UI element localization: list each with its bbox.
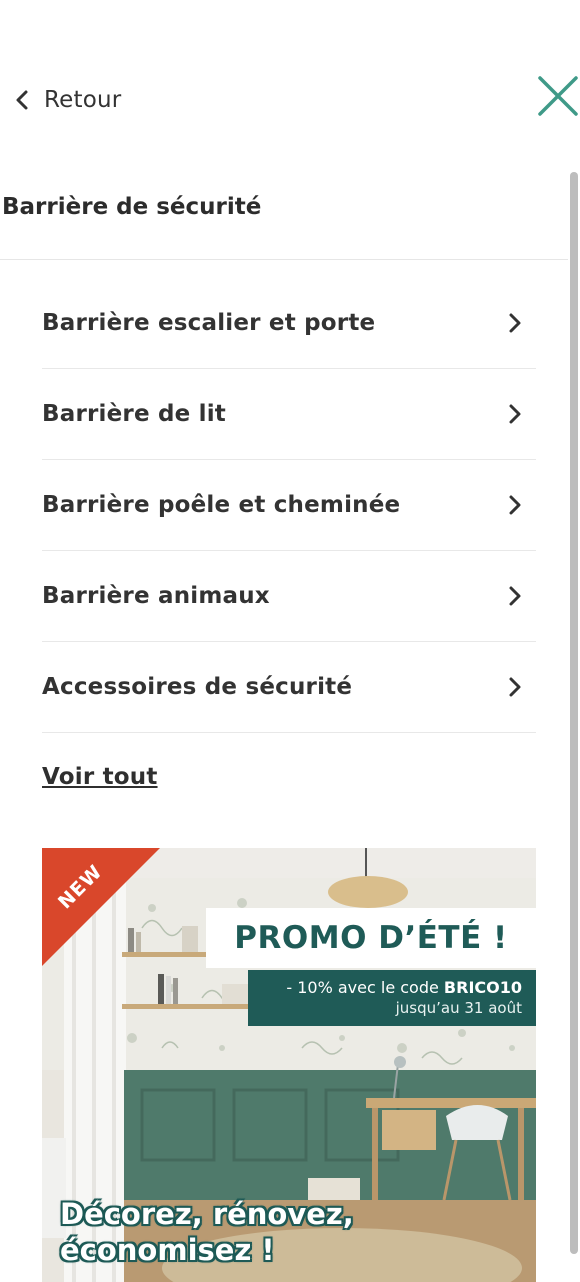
back-button[interactable]: Retour <box>14 82 121 118</box>
promo-banner[interactable]: NEW PROMO D’ÉTÉ ! - 10% avec le code BRI… <box>42 848 536 1282</box>
slogan-line-1: Décorez, rénovez, <box>60 1197 354 1231</box>
close-icon <box>538 76 578 116</box>
category-list: Barrière escalier et porte Barrière de l… <box>42 278 536 733</box>
scrollbar-thumb[interactable] <box>570 172 578 1254</box>
promo-title-box: PROMO D’ÉTÉ ! <box>206 908 536 968</box>
promo-code: BRICO10 <box>443 978 522 997</box>
chevron-right-icon <box>509 404 521 424</box>
ribbon-shape <box>42 848 160 966</box>
chevron-right-icon <box>509 586 521 606</box>
category-item-barriere-lit[interactable]: Barrière de lit <box>42 369 536 460</box>
category-item-barriere-poele[interactable]: Barrière poêle et cheminée <box>42 460 536 551</box>
chevron-right-icon <box>509 677 521 697</box>
chevron-left-icon <box>16 90 28 110</box>
section-title: Barrière de sécurité <box>2 194 262 220</box>
category-item-barriere-escalier[interactable]: Barrière escalier et porte <box>42 278 536 369</box>
category-label: Barrière escalier et porte <box>42 310 376 336</box>
chevron-right-icon <box>509 313 521 333</box>
navigation-drawer: Retour Barrière de sécurité Barrière esc… <box>0 0 580 1282</box>
promo-code-box: - 10% avec le code BRICO10 jusqu’au 31 a… <box>248 970 536 1026</box>
chevron-right-icon <box>509 495 521 515</box>
category-item-barriere-animaux[interactable]: Barrière animaux <box>42 551 536 642</box>
new-badge: NEW <box>42 848 162 968</box>
category-label: Accessoires de sécurité <box>42 674 353 700</box>
banner-slogan: Décorez, rénovez, économisez ! <box>60 1196 354 1268</box>
category-label: Barrière animaux <box>42 583 270 609</box>
close-button[interactable] <box>536 74 580 118</box>
category-label: Barrière de lit <box>42 401 227 427</box>
slogan-line-2: économisez ! <box>60 1233 275 1267</box>
back-label: Retour <box>44 87 122 113</box>
category-label: Barrière poêle et cheminée <box>42 492 401 518</box>
category-item-accessoires[interactable]: Accessoires de sécurité <box>42 642 536 733</box>
promo-offer: - 10% avec le code BRICO10 <box>248 978 522 997</box>
see-all-link[interactable]: Voir tout <box>42 764 158 790</box>
promo-until: jusqu’au 31 août <box>395 999 522 1017</box>
promo-title: PROMO D’ÉTÉ ! <box>234 920 508 956</box>
divider <box>0 259 568 260</box>
promo-offer-prefix: - 10% avec le code <box>286 978 444 997</box>
